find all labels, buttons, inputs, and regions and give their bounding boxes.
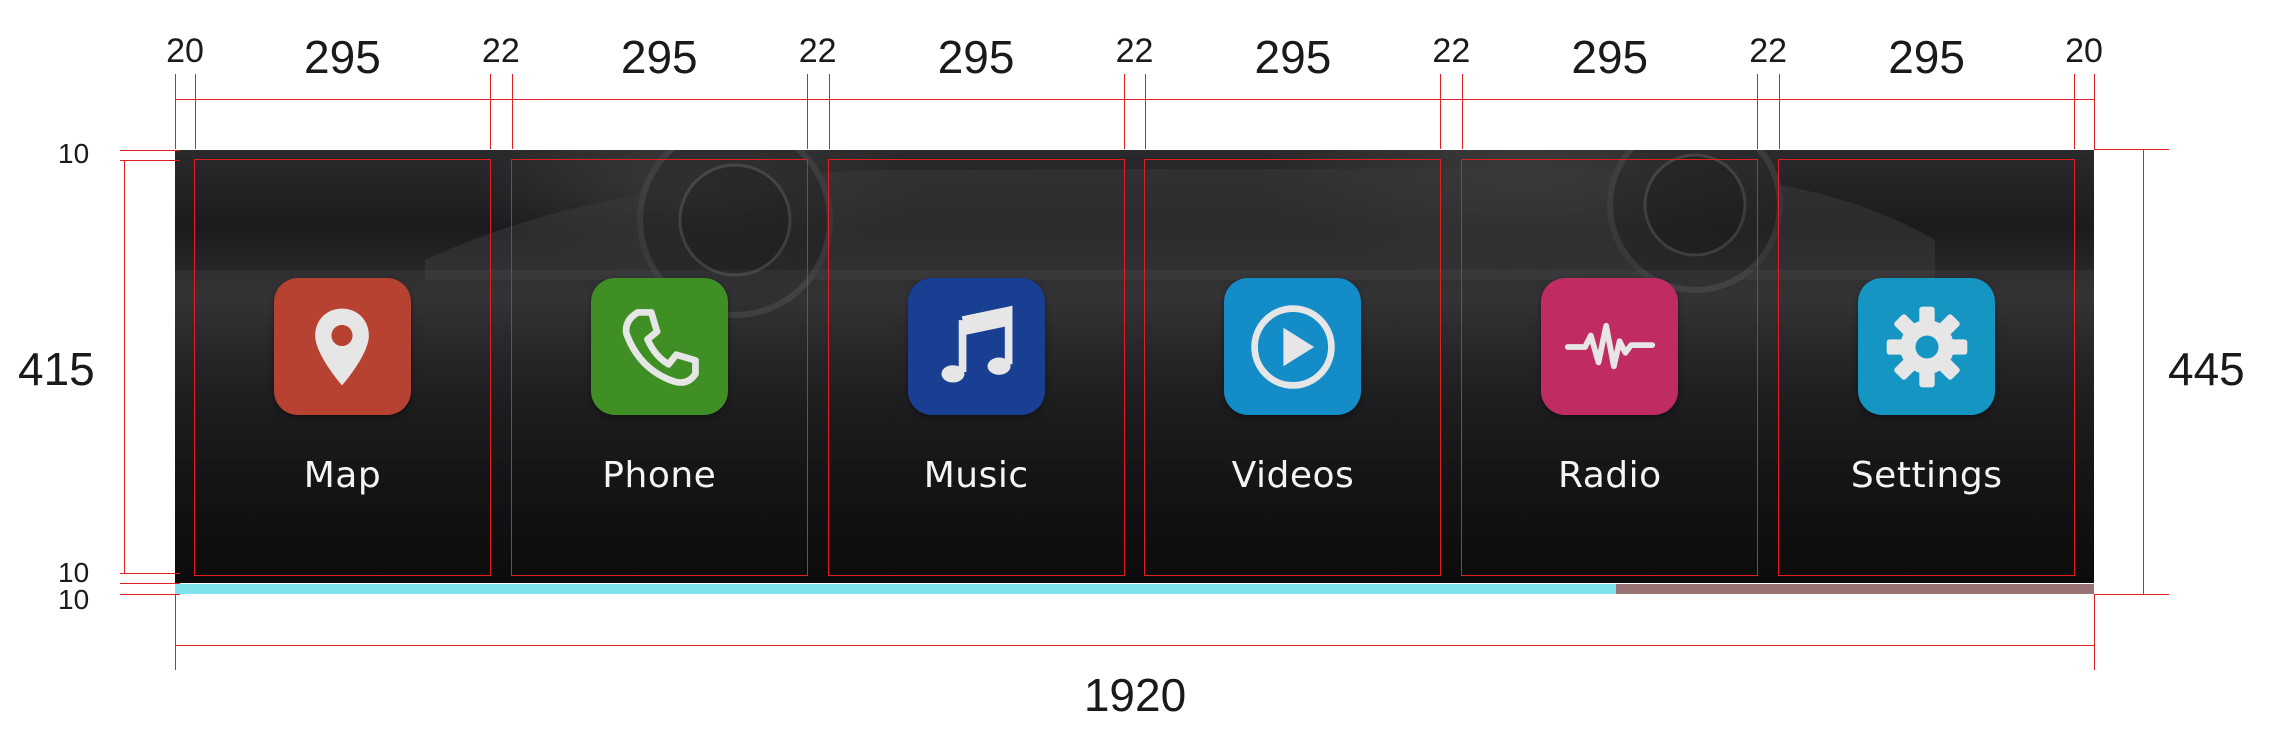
dimension-bar-height: 10 xyxy=(58,584,90,615)
dimension-line-top xyxy=(175,99,2094,100)
dimension-tile-width: 295 xyxy=(937,31,1015,83)
gear-icon[interactable] xyxy=(1858,278,1996,415)
play-circle-icon[interactable] xyxy=(1224,278,1362,415)
dimension-tile-width: 295 xyxy=(1254,31,1332,83)
dimension-tick xyxy=(511,74,513,149)
app-tile-radio[interactable]: Radio xyxy=(1461,159,1759,576)
dimension-gap: 22 xyxy=(1432,32,1471,70)
dimension-tick xyxy=(2074,74,2075,149)
progress-bar-fill xyxy=(175,584,1617,594)
dimension-margin-right: 20 xyxy=(2065,32,2103,70)
dimension-outer-height: 445 xyxy=(2168,343,2245,395)
dimension-margin-left: 20 xyxy=(166,32,204,70)
dimension-tick xyxy=(120,573,180,574)
dimension-total-width: 1920 xyxy=(1083,669,1187,721)
dimension-tick xyxy=(1462,74,1464,149)
dimension-line-inner-height xyxy=(124,160,125,573)
home-screen: Map Phone Music Videos Radio Settings xyxy=(175,150,2094,583)
app-label: Map xyxy=(303,455,382,496)
app-label: Radio xyxy=(1557,455,1662,496)
dimension-tick xyxy=(1757,74,1759,149)
dimension-tile-width: 295 xyxy=(620,31,698,83)
dimension-top-padding: 10 xyxy=(58,138,90,169)
dimension-tick xyxy=(120,594,180,595)
dimension-tile-width: 295 xyxy=(1888,31,1965,83)
dimension-tick xyxy=(2094,149,2169,150)
music-note-icon[interactable] xyxy=(907,278,1045,415)
dimension-tick xyxy=(1145,74,1147,149)
dimension-tick xyxy=(120,583,180,584)
map-pin-icon[interactable] xyxy=(273,278,411,415)
app-label: Phone xyxy=(602,455,717,496)
dimension-line-outer-height xyxy=(2143,149,2144,594)
dimension-line-bottom xyxy=(175,645,2094,646)
app-tile-phone[interactable]: Phone xyxy=(510,159,808,576)
dimension-gap: 22 xyxy=(798,32,837,70)
dimension-tick xyxy=(2094,594,2169,595)
dimension-tile-width: 295 xyxy=(1571,31,1649,83)
dimension-tick xyxy=(175,74,176,149)
app-tile-videos[interactable]: Videos xyxy=(1144,159,1442,576)
dimension-tick xyxy=(489,74,491,149)
dimension-inner-height: 415 xyxy=(18,343,95,395)
dimension-tick xyxy=(2094,595,2095,670)
app-label: Settings xyxy=(1850,455,2003,496)
dimension-tick xyxy=(120,150,180,151)
dimension-tile-width: 295 xyxy=(304,31,381,83)
dimension-tick xyxy=(806,74,808,149)
dimension-gap: 22 xyxy=(1115,32,1154,70)
dimension-tick xyxy=(1123,74,1125,149)
app-tile-map[interactable]: Map xyxy=(193,159,491,576)
dimension-tick xyxy=(1440,74,1442,149)
dimension-tick xyxy=(175,595,176,670)
progress-bar-remaining xyxy=(1616,584,2094,594)
dimension-tick xyxy=(1779,74,1781,149)
app-tile-settings[interactable]: Settings xyxy=(1778,159,2076,576)
app-tile-music[interactable]: Music xyxy=(827,159,1125,576)
app-label: Videos xyxy=(1231,455,1355,496)
dimension-tick xyxy=(120,160,180,161)
waveform-icon[interactable] xyxy=(1541,278,1679,415)
app-label: Music xyxy=(923,455,1029,496)
dimension-tick xyxy=(2094,74,2095,149)
dimension-tick xyxy=(828,74,830,149)
dimension-gap: 22 xyxy=(481,32,520,70)
phone-icon[interactable] xyxy=(590,278,728,415)
progress-bar xyxy=(175,584,2094,594)
dimension-tick xyxy=(194,74,196,149)
dimension-gap: 22 xyxy=(1749,32,1788,70)
